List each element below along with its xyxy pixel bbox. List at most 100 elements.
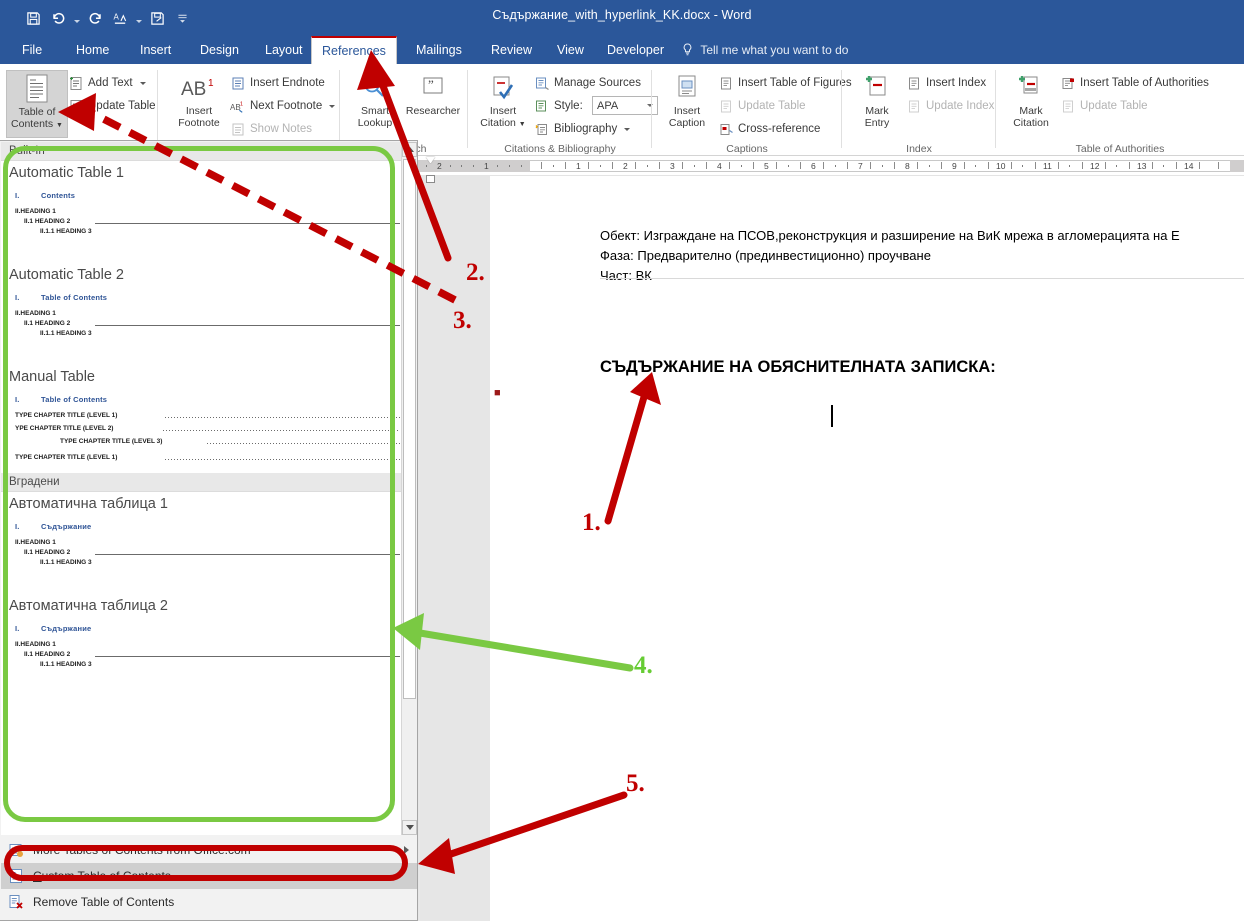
tab-view[interactable]: View	[547, 36, 594, 64]
tab-insert[interactable]: Insert	[130, 36, 181, 64]
insert-table-of-figures-label: Insert Table of Figures	[738, 77, 852, 89]
document-page[interactable]: ■ Обект: Изграждане на ПСОВ,реконструкци…	[490, 176, 1244, 921]
next-footnote-button[interactable]: AB 1 Next Footnote	[230, 95, 336, 117]
style-select[interactable]: APA	[592, 96, 658, 115]
cross-reference-button[interactable]: Cross-reference	[718, 118, 820, 140]
toc-preview-row: TYPE CHAPTER TITLE (LEVEL 1) 1	[15, 411, 405, 421]
toc-row-text: TYPE CHAPTER TITLE (LEVEL 1)	[15, 412, 118, 419]
toc-row-text: II.HEADING 1	[15, 539, 56, 546]
manage-sources-label: Manage Sources	[554, 77, 641, 89]
toc-preview-row: II.1.1 HEADING 3 1	[15, 329, 405, 339]
left-indent-marker[interactable]	[426, 175, 435, 183]
insert-endnote-button[interactable]: Insert Endnote	[230, 72, 325, 94]
svg-text:”: ”	[428, 77, 434, 92]
researcher-button[interactable]: ” Researcher	[402, 70, 464, 138]
group-label-citations: Citations & Bibliography	[504, 143, 616, 155]
tab-home[interactable]: Home	[66, 36, 119, 64]
canvas-margin-area	[418, 176, 490, 921]
manage-sources-button[interactable]: Manage Sources	[534, 72, 641, 94]
toc-caption-text: Table of Contents	[41, 293, 108, 302]
gallery-item-automatic-table-2[interactable]: Automatic Table 2 I. Table of Contents II…	[1, 263, 417, 349]
ruler-tick-1: 1	[576, 161, 581, 171]
tab-developer[interactable]: Developer	[597, 36, 674, 64]
insert-citation-icon	[472, 70, 534, 106]
scroll-up-icon[interactable]	[402, 142, 417, 157]
insert-footnote-button[interactable]: AB 1 Insert Footnote	[168, 70, 230, 138]
toc-preview: I. Съдържание II.HEADING 1 1 II.1 HEADING…	[9, 616, 417, 680]
gallery-item-automatic-table-1[interactable]: Automatic Table 1 I. Contents II.HEADING …	[1, 161, 417, 247]
bibliography-chevron-down-icon[interactable]	[624, 127, 631, 131]
cross-reference-label: Cross-reference	[738, 123, 821, 135]
insert-endnote-label: Insert Endnote	[250, 77, 325, 89]
toc-row-text: II.1 HEADING 2	[24, 218, 71, 225]
insert-table-of-figures-button[interactable]: Insert Table of Figures	[718, 72, 852, 94]
toc-preview-row: II.1 HEADING 2 1	[15, 319, 405, 329]
style-label: Style:	[554, 100, 583, 112]
tab-mailings[interactable]: Mailings	[406, 36, 472, 64]
scrollbar-thumb[interactable]	[403, 159, 416, 699]
insert-citation-button[interactable]: Insert Citation ▼	[472, 70, 534, 138]
menu-item-remove-table-of-contents[interactable]: Remove Table of Contents	[1, 889, 417, 915]
show-notes-button: Show Notes	[230, 118, 312, 140]
toc-caption-number: I.	[15, 624, 20, 633]
toc-caption-number: I.	[15, 293, 20, 302]
show-notes-icon	[230, 121, 246, 137]
toc-preview-row: TYPE CHAPTER TITLE (LEVEL 1) 4	[15, 453, 405, 463]
ribbon-tab-strip: File Home Insert Design Layout Reference…	[0, 36, 1244, 64]
add-text-button[interactable]: Add Text	[68, 72, 146, 94]
add-text-chevron-down-icon[interactable]	[139, 81, 146, 85]
toc-preview-row: YPE CHAPTER TITLE (LEVEL 2) 2	[15, 424, 405, 434]
tab-references[interactable]: References	[311, 36, 397, 64]
group-label-index: Index	[906, 143, 932, 155]
ruler-tick-14: 14	[1184, 161, 1194, 171]
tab-file[interactable]: File	[12, 36, 52, 64]
gallery-scrollbar[interactable]	[401, 142, 417, 835]
mark-entry-button[interactable]: Mark Entry	[846, 70, 908, 138]
toc-row-text: II.1.1 HEADING 3	[40, 330, 92, 337]
ruler-tick-8: 8	[905, 161, 910, 171]
tab-review[interactable]: Review	[481, 36, 542, 64]
custom-toc-icon	[7, 867, 25, 885]
tab-layout[interactable]: Layout	[255, 36, 313, 64]
update-table-button[interactable]: Update Table	[68, 95, 156, 117]
table-of-contents-dropdown-menu[interactable]: Built-In Automatic Table 1 I. Contents II…	[0, 140, 418, 921]
gallery-item-manual-table[interactable]: Manual Table I. Table of Contents TYPE CH…	[1, 365, 417, 473]
toc-gallery-list[interactable]: Built-In Automatic Table 1 I. Contents II…	[1, 142, 417, 835]
manage-sources-icon	[534, 75, 550, 91]
insert-caption-label-2: Caption	[668, 116, 706, 129]
insert-table-of-authorities-icon	[1060, 75, 1076, 91]
style-selected-value: APA	[597, 99, 619, 112]
insert-citation-label-1: Insert	[489, 105, 517, 117]
scroll-down-icon[interactable]	[402, 820, 417, 835]
menu-item-custom-table-of-contents[interactable]: Custom Table of Contents...	[1, 863, 417, 889]
ribbon-group-captions: Insert Caption Insert Table of Figures U…	[652, 64, 852, 156]
first-line-indent-marker[interactable]	[426, 157, 435, 163]
gallery-item-title: Автоматична таблица 1	[9, 496, 168, 512]
toc-caption-text: Съдържание	[41, 624, 92, 633]
horizontal-ruler[interactable]: 2 1 1 2 3 4 5 6 7 8 9 10 11 12 13 14	[418, 156, 1244, 183]
ruler-tick-left-1: 1	[484, 161, 489, 171]
gallery-item-avtomatichna-tablitsa-1[interactable]: Автоматична таблица 1 I. Съдържание II.HE…	[1, 492, 417, 578]
smart-lookup-label-2: Lookup	[357, 116, 393, 129]
lightbulb-icon	[682, 43, 696, 57]
smart-lookup-button[interactable]: Smart Lookup	[344, 70, 406, 138]
menu-item-more-tables-office[interactable]: More Tables of Contents from Office.com	[1, 837, 417, 863]
gallery-item-avtomatichna-tablitsa-2[interactable]: Автоматична таблица 2 I. Съдържание II.HE…	[1, 594, 417, 680]
tell-me-box[interactable]: Tell me what you want to do	[682, 36, 848, 64]
insert-index-button[interactable]: Insert Index	[906, 72, 986, 94]
tab-design[interactable]: Design	[190, 36, 249, 64]
mark-entry-label-1: Mark	[865, 105, 889, 117]
next-footnote-chevron-down-icon[interactable]	[329, 104, 336, 108]
bibliography-button[interactable]: Bibliography	[534, 118, 631, 140]
submenu-chevron-right-icon[interactable]	[404, 846, 409, 854]
ribbon-group-table-of-authorities: Mark Citation Insert Table of Authoritie…	[996, 64, 1244, 156]
mark-citation-button[interactable]: Mark Citation	[1000, 70, 1062, 138]
researcher-icon: ”	[402, 70, 464, 106]
insert-table-of-authorities-button[interactable]: Insert Table of Authorities	[1060, 72, 1209, 94]
toc-preview-caption: I. Съдържание	[15, 624, 405, 633]
insert-footnote-icon: AB 1	[168, 70, 230, 106]
menu-item-label: More Tables of Contents from Office.com	[33, 843, 251, 857]
table-of-contents-button[interactable]: Table of Contents ▼	[6, 70, 68, 138]
menu-item-label: Custom Table of Contents...	[33, 869, 181, 883]
insert-caption-button[interactable]: Insert Caption	[656, 70, 718, 138]
